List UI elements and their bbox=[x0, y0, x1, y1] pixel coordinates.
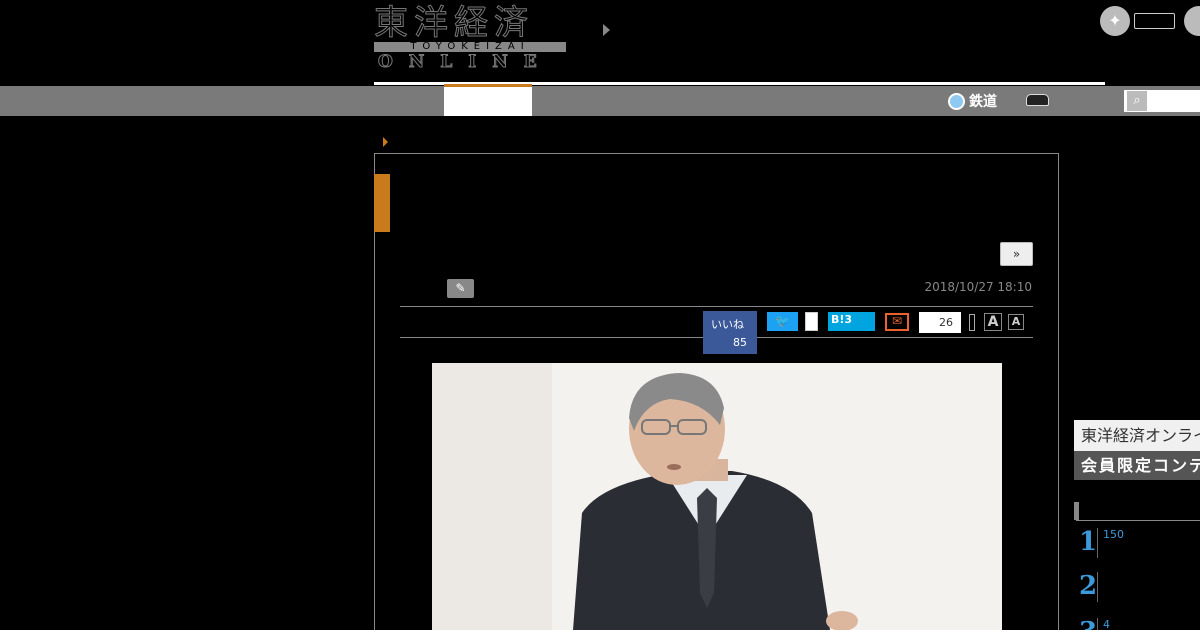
ranking-separator bbox=[1097, 572, 1098, 602]
next-page-button[interactable]: » bbox=[1000, 242, 1033, 266]
ranking-number: 3 bbox=[1079, 618, 1097, 630]
logo-romaji: TOYOKEIZAI bbox=[374, 42, 566, 52]
logo-jp: 東洋経済 bbox=[374, 3, 534, 43]
breadcrumb-arrow-icon bbox=[383, 137, 388, 147]
facebook-like-button[interactable]: いいね 85 bbox=[703, 311, 757, 354]
ranking-item[interactable]: 2 bbox=[1076, 566, 1200, 606]
comment-count[interactable]: 26 bbox=[919, 312, 961, 333]
page: 東洋経済 TOYOKEIZAI ONLINE ✦ 鉄道 ⌕ » ✎ 2018/1… bbox=[0, 0, 1200, 630]
facebook-like-label: いいね bbox=[711, 318, 744, 331]
ranking-divider bbox=[1076, 520, 1200, 521]
nav-item-rail[interactable]: 鉄道 bbox=[948, 90, 997, 112]
member-banner-subtitle: 会員限定コンテンツ bbox=[1074, 451, 1200, 480]
tweet-count bbox=[805, 312, 818, 331]
photo-man-illustration bbox=[432, 363, 1002, 630]
divider-top bbox=[400, 306, 1033, 307]
header-arrow-icon[interactable] bbox=[603, 24, 610, 36]
twitter-icon[interactable]: ✦ bbox=[1100, 6, 1130, 36]
ranking-number: 1 bbox=[1079, 527, 1098, 557]
hatena-count: 3 bbox=[844, 313, 853, 326]
font-size-large-button[interactable]: A bbox=[984, 313, 1002, 331]
ranking-separator bbox=[1097, 528, 1098, 558]
logo-online: ONLINE bbox=[378, 52, 553, 73]
nav-rail-label: 鉄道 bbox=[969, 94, 997, 110]
facebook-icon[interactable] bbox=[1184, 6, 1200, 36]
ranking-header-bar bbox=[1074, 502, 1079, 520]
member-banner-title: 東洋経済オンライン bbox=[1074, 420, 1200, 451]
publish-date: 2018/10/27 18:10 bbox=[924, 280, 1032, 294]
ranking-number: 2 bbox=[1079, 571, 1098, 601]
hatena-label: B! bbox=[831, 313, 845, 326]
rail-icon bbox=[948, 92, 965, 110]
ranking-separator bbox=[1097, 618, 1098, 630]
global-nav bbox=[0, 86, 1200, 116]
site-logo[interactable]: 東洋経済 TOYOKEIZAI ONLINE bbox=[374, 3, 566, 73]
car-icon[interactable] bbox=[1026, 94, 1049, 106]
comment-toggle[interactable] bbox=[969, 314, 975, 331]
hatena-bookmark-button[interactable]: B!3 bbox=[828, 312, 875, 331]
twitter-follow-button[interactable] bbox=[1134, 13, 1175, 29]
facebook-like-count: 85 bbox=[733, 336, 747, 349]
ranking-item[interactable]: 1 150 bbox=[1076, 522, 1200, 562]
article-photo bbox=[432, 363, 1002, 630]
font-size-small-button[interactable]: A bbox=[1008, 314, 1024, 330]
tweet-button[interactable]: 🐦 bbox=[767, 312, 798, 331]
ranking-text: 4 bbox=[1103, 618, 1110, 630]
author-icon[interactable]: ✎ bbox=[447, 279, 474, 298]
search-icon[interactable]: ⌕ bbox=[1127, 91, 1147, 111]
nav-tab-active[interactable] bbox=[444, 84, 532, 116]
member-banner[interactable]: 東洋経済オンライン 会員限定コンテンツ bbox=[1074, 420, 1200, 480]
ranking-item[interactable]: 3 4 bbox=[1076, 612, 1200, 630]
ranking-text: 150 bbox=[1103, 528, 1124, 541]
title-accent-bar bbox=[374, 174, 390, 232]
mail-icon[interactable]: ✉ bbox=[885, 313, 909, 331]
